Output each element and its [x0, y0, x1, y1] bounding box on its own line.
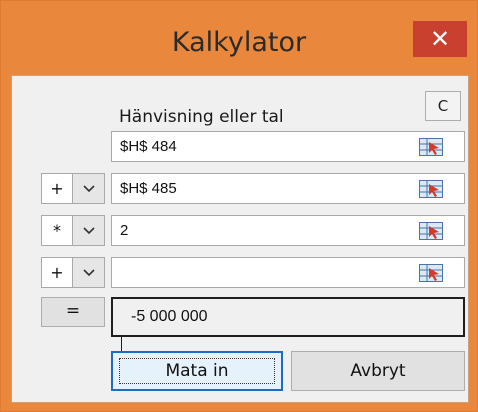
result-display: -5 000 000 — [111, 297, 465, 337]
operand-field-3[interactable]: 2 — [111, 215, 465, 246]
range-picker-icon[interactable] — [419, 264, 443, 282]
title-bar[interactable]: Kalkylator ✕ — [1, 1, 477, 81]
result-value: -5 000 000 — [131, 308, 208, 325]
operator-field[interactable]: * — [41, 215, 73, 246]
close-icon: ✕ — [429, 25, 451, 53]
cancel-button[interactable]: Avbryt — [291, 351, 465, 391]
chevron-down-icon — [82, 184, 95, 192]
chevron-down-icon — [82, 226, 95, 234]
operator-dropdown[interactable] — [73, 215, 105, 246]
operand-field-4[interactable] — [111, 257, 465, 288]
close-button[interactable]: ✕ — [413, 21, 467, 57]
clear-button[interactable]: C — [425, 91, 461, 121]
operator-field[interactable]: + — [41, 173, 73, 204]
operand-value: $H$ 485 — [120, 180, 177, 197]
enter-button[interactable]: Mata in — [111, 351, 283, 391]
chevron-down-icon — [82, 268, 95, 276]
reference-label: Hänvisning eller tal — [119, 107, 284, 127]
operator-field[interactable]: + — [41, 257, 73, 288]
range-picker-icon[interactable] — [419, 222, 443, 240]
range-picker-icon[interactable] — [419, 180, 443, 198]
range-picker-icon[interactable] — [419, 138, 443, 156]
operator-dropdown[interactable] — [73, 173, 105, 204]
calculator-window: Kalkylator ✕ Hänvisning eller tal C $H$ … — [0, 0, 478, 412]
result-connector — [121, 337, 126, 351]
window-title: Kalkylator — [171, 27, 307, 58]
operand-value: $H$ 484 — [120, 138, 177, 155]
enter-button-label: Mata in — [119, 358, 275, 384]
operand-value: 2 — [120, 222, 129, 239]
operator-dropdown[interactable] — [73, 257, 105, 288]
equals-button[interactable]: = — [41, 297, 105, 327]
operand-field-2[interactable]: $H$ 485 — [111, 173, 465, 204]
operand-field-1[interactable]: $H$ 484 — [111, 131, 465, 162]
